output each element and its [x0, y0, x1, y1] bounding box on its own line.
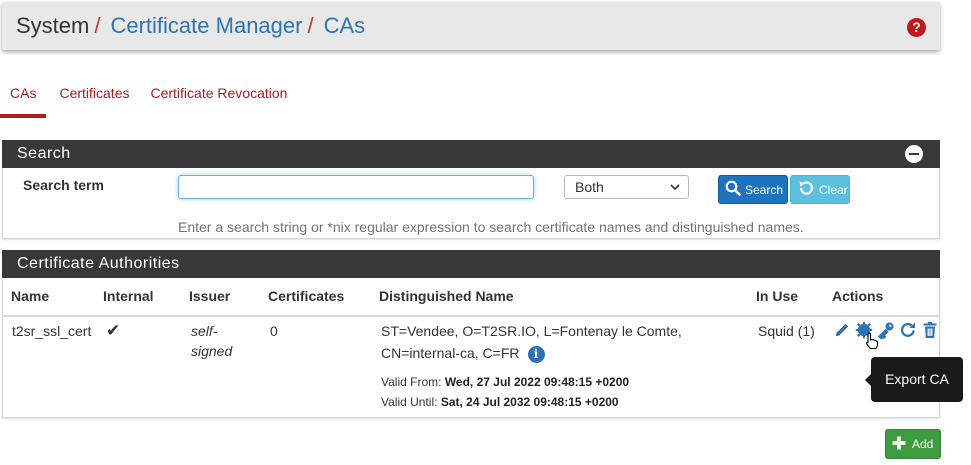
search-scope-select[interactable]: Both	[564, 175, 689, 199]
key-icon[interactable]	[877, 321, 895, 340]
ca-in-use: Squid (1)	[758, 323, 815, 339]
valid-until: Valid Until: Sat, 24 Jul 2032 09:48:15 +…	[381, 395, 619, 409]
collapse-icon[interactable]	[905, 145, 923, 163]
row-actions	[833, 321, 939, 340]
tab-cas[interactable]: CAs	[0, 78, 47, 118]
pencil-icon[interactable]	[833, 321, 851, 339]
column-header-internal: Internal	[103, 288, 154, 304]
ca-panel-title: Certificate Authorities	[17, 255, 180, 272]
tab-certificates[interactable]: Certificates	[46, 78, 139, 118]
add-button[interactable]: Add	[885, 429, 941, 459]
ca-dn-line1: ST=Vendee, O=T2SR.IO, L=Fontenay le Comt…	[381, 323, 682, 339]
ca-issuer-line1: self-	[191, 323, 218, 339]
valid-from-label: Valid From:	[381, 375, 442, 389]
refresh-icon[interactable]	[899, 321, 917, 339]
column-header-certificates: Certificates	[268, 288, 345, 304]
tooltip-export-ca: Export CA	[865, 357, 963, 402]
ca-name: t2sr_ssl_cert	[12, 323, 92, 339]
search-button[interactable]: Search	[718, 175, 788, 204]
search-panel-header: Search	[2, 140, 940, 168]
info-icon[interactable]: i	[527, 345, 545, 363]
search-help-text: Enter a search string or *nix regular ex…	[178, 219, 804, 235]
column-header-distinguished-name: Distinguished Name	[379, 288, 514, 304]
clear-button-label: Clear	[819, 182, 848, 197]
breadcrumb-system: System	[16, 13, 90, 38]
breadcrumb-certificate-manager[interactable]: Certificate Manager	[110, 13, 302, 39]
breadcrumb: System / Certificate Manager / CAs ?	[2, 2, 940, 50]
search-input[interactable]	[178, 175, 534, 199]
header-divider	[3, 315, 939, 317]
search-term-label: Search term	[23, 177, 104, 193]
ca-issuer-line2: signed	[191, 343, 233, 359]
tab-bar: CAs Certificates Certificate Revocation	[0, 78, 297, 118]
clear-button[interactable]: Clear	[790, 175, 850, 204]
column-header-name: Name	[11, 288, 50, 304]
breadcrumb-separator: /	[307, 13, 314, 38]
tab-certificate-revocation[interactable]: Certificate Revocation	[139, 78, 297, 118]
help-icon[interactable]: ?	[907, 18, 926, 37]
plus-icon	[892, 436, 906, 453]
ca-dn-line2: CN=internal-ca, C=FR	[381, 345, 520, 361]
ca-distinguished-name: ST=Vendee, O=T2SR.IO, L=Fontenay le Comt…	[381, 320, 682, 364]
trash-icon[interactable]	[921, 321, 939, 339]
column-header-issuer: Issuer	[189, 288, 231, 304]
undo-icon	[797, 179, 815, 200]
mouse-cursor-icon	[865, 332, 879, 355]
search-scope-value: Both	[575, 179, 604, 195]
breadcrumb-separator: /	[94, 13, 101, 38]
column-header-actions: Actions	[832, 288, 884, 304]
ca-table: Name Internal Issuer Certificates Distin…	[2, 278, 940, 418]
valid-until-label: Valid Until:	[381, 395, 438, 409]
valid-from-value: Wed, 27 Jul 2022 09:48:15 +0200	[444, 375, 630, 389]
column-header-in-use: In Use	[756, 288, 799, 304]
search-panel: Search term Both Search Clear Enter a se…	[2, 168, 940, 239]
add-button-label: Add	[912, 437, 934, 451]
chevron-down-icon	[670, 176, 680, 206]
valid-from: Valid From: Wed, 27 Jul 2022 09:48:15 +0…	[381, 375, 629, 389]
search-button-label: Search	[745, 182, 784, 197]
breadcrumb-cas[interactable]: CAs	[324, 13, 366, 39]
checkmark-icon: ✔	[106, 321, 121, 340]
ca-certificate-count: 0	[270, 323, 278, 339]
valid-until-value: Sat, 24 Jul 2032 09:48:15 +0200	[440, 395, 619, 409]
search-icon	[725, 180, 741, 199]
search-panel-title: Search	[17, 145, 71, 162]
ca-panel-header: Certificate Authorities	[2, 250, 940, 278]
ca-issuer: self- signed	[191, 321, 232, 361]
